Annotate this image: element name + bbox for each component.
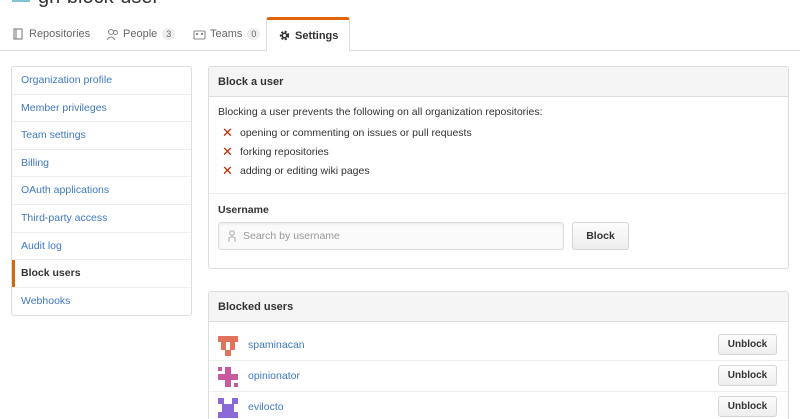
tab-repositories[interactable]: Repositories <box>12 17 90 51</box>
blocked-users-panel: Blocked users spaminacan Unblock opinion… <box>208 291 789 419</box>
settings-menu: Organization profile Member privileges T… <box>11 66 192 317</box>
user-avatar[interactable] <box>218 398 238 418</box>
username-search-input[interactable] <box>243 223 559 249</box>
menu-item-webhooks[interactable]: Webhooks <box>12 288 191 316</box>
tab-settings[interactable]: Settings <box>266 17 351 52</box>
tab-label: Teams <box>210 28 243 40</box>
username-search-field[interactable] <box>218 222 564 250</box>
org-name[interactable]: gh-block-user <box>38 0 159 7</box>
tab-label: Repositories <box>29 28 91 40</box>
org-header: gh-block-user Repositories People 3 Team… <box>0 0 800 52</box>
blocked-user-row: evilocto Unblock <box>209 392 788 419</box>
blocked-user-row: spaminacan Unblock <box>209 330 788 361</box>
tab-label: People <box>123 28 158 40</box>
teams-count-badge: 0 <box>247 28 261 40</box>
divider <box>209 193 788 194</box>
menu-item-team-settings[interactable]: Team settings <box>12 122 191 150</box>
x-icon: ✕ <box>222 125 233 140</box>
tab-label: Settings <box>295 29 339 42</box>
blocked-user-link[interactable]: opinionator <box>248 370 300 382</box>
block-rule: ✕ opening or commenting on issues or pul… <box>222 126 472 139</box>
menu-item-oauth-applications[interactable]: OAuth applications <box>12 177 191 205</box>
blocked-user-row: opinionator Unblock <box>209 361 788 392</box>
tab-teams[interactable]: Teams 0 <box>193 17 261 51</box>
people-count-badge: 3 <box>162 28 176 40</box>
menu-item-billing[interactable]: Billing <box>12 150 191 178</box>
org-avatar[interactable] <box>12 0 30 6</box>
username-label: Username <box>218 204 269 216</box>
block-user-title: Block a user <box>209 67 788 97</box>
menu-item-organization-profile[interactable]: Organization profile <box>12 67 191 95</box>
block-intro-text: Blocking a user prevents the following o… <box>218 106 543 118</box>
user-avatar[interactable] <box>218 367 238 387</box>
block-user-panel: Block a user Blocking a user prevents th… <box>208 66 789 269</box>
blocked-user-link[interactable]: evilocto <box>248 401 284 413</box>
unblock-button[interactable]: Unblock <box>718 365 777 386</box>
person-icon <box>228 230 236 243</box>
org-tabs: Repositories People 3 Teams 0 Settings <box>0 17 800 52</box>
repo-icon <box>12 27 25 41</box>
gear-icon <box>278 29 291 42</box>
x-icon: ✕ <box>222 163 233 178</box>
menu-item-member-privileges[interactable]: Member privileges <box>12 95 191 123</box>
block-button[interactable]: Block <box>572 222 629 250</box>
menu-item-block-users[interactable]: Block users <box>12 260 191 288</box>
block-rule: ✕ adding or editing wiki pages <box>222 164 370 177</box>
people-icon <box>106 28 119 41</box>
x-icon: ✕ <box>222 144 233 159</box>
menu-item-third-party-access[interactable]: Third-party access <box>12 205 191 233</box>
unblock-button[interactable]: Unblock <box>718 396 777 417</box>
block-rule-text: opening or commenting on issues or pull … <box>240 126 472 139</box>
block-rule-text: adding or editing wiki pages <box>240 164 370 177</box>
block-rule-text: forking repositories <box>240 145 329 158</box>
blocked-users-title: Blocked users <box>209 292 788 322</box>
tab-people[interactable]: People 3 <box>106 17 176 51</box>
menu-item-audit-log[interactable]: Audit log <box>12 233 191 261</box>
block-rule: ✕ forking repositories <box>222 145 329 158</box>
teams-icon <box>193 28 206 41</box>
user-avatar[interactable] <box>218 336 238 356</box>
blocked-user-link[interactable]: spaminacan <box>248 339 305 351</box>
unblock-button[interactable]: Unblock <box>718 334 777 355</box>
